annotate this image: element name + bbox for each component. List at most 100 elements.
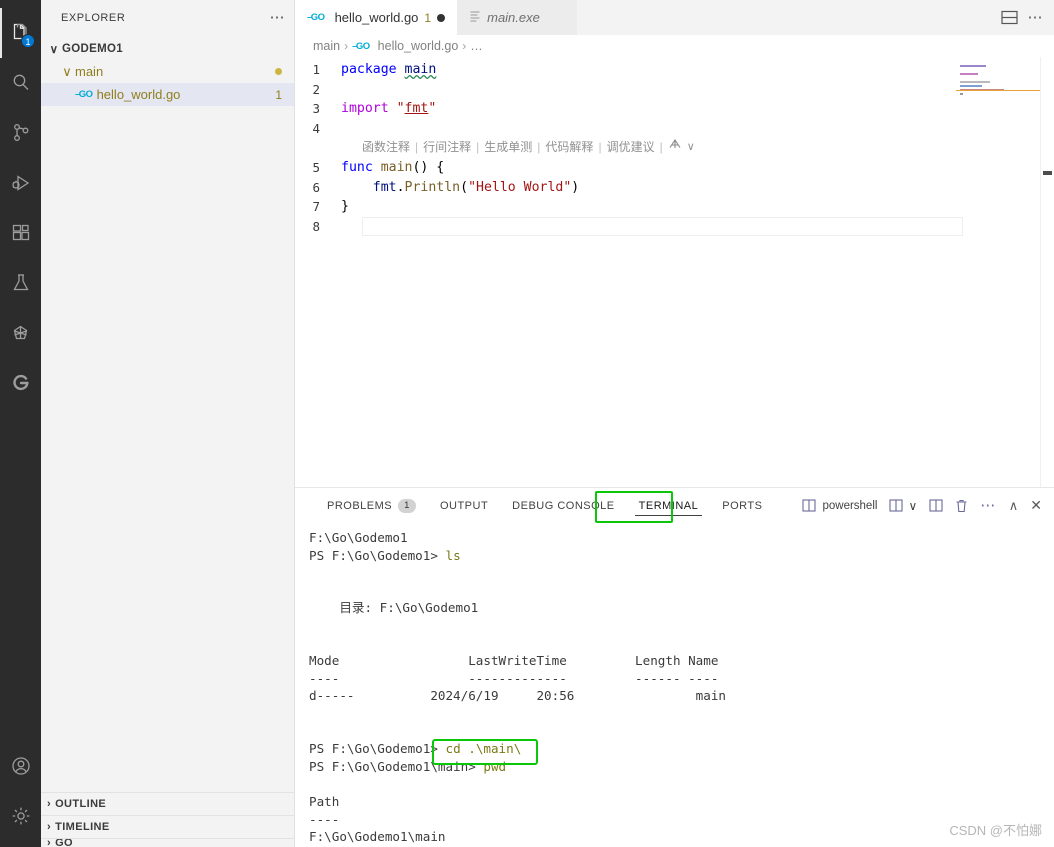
activity-bar-item-remote-explorer[interactable] (0, 308, 41, 358)
code-line[interactable]: 5 func main() { (295, 158, 1054, 178)
terminal-prompt-text: F:\Go\Godemo1\main (309, 829, 446, 845)
terminal-line: PS F:\Go\Godemo1> cd .\main\ (309, 740, 1054, 758)
codelens-chevron-down-icon[interactable]: ∨ (687, 138, 695, 158)
new-terminal-icon[interactable] (929, 499, 943, 512)
activity-bar-item-search[interactable] (0, 58, 41, 108)
code-content[interactable]: 1 package main 2 3 import "fmt" 4 函数注释 | 行间注释 | 生成… (295, 57, 1054, 236)
chevron-down-icon[interactable]: ∨ (908, 499, 917, 513)
codelens-separator: | (537, 140, 541, 155)
tree-item-hello-world-go[interactable]: GO hello_world.go 1 (41, 83, 294, 106)
sidebar-more-actions-icon[interactable]: ⋯ (270, 10, 287, 25)
panel-tab-output[interactable]: OUTPUT (428, 488, 500, 523)
breadcrumb-item-main[interactable]: main (313, 39, 340, 53)
editor-scrollbar[interactable] (1040, 57, 1054, 487)
panel-tab-debug-console[interactable]: DEBUG CONSOLE (500, 488, 626, 523)
activity-bar-item-copilot[interactable] (0, 358, 41, 408)
code-line[interactable]: 4 (295, 119, 1054, 139)
sidebar-section-label: TIMELINE (55, 821, 110, 833)
tree-item-label: hello_world.go (96, 87, 181, 102)
maximize-panel-icon[interactable]: ∧ (1009, 498, 1019, 514)
terminal-prompt-text: Path (309, 793, 340, 809)
minimap-slider[interactable] (956, 57, 1040, 91)
current-line-highlight (362, 216, 963, 237)
tree-item-main-folder[interactable]: ∨ main (41, 60, 294, 83)
sidebar-section-label: GO (55, 838, 73, 847)
tab-hello-world-go[interactable]: GO hello_world.go 1 (295, 0, 458, 35)
panel-header: PROBLEMS 1 OUTPUT DEBUG CONSOLE TERMINAL… (295, 488, 1054, 523)
activity-bar-item-accounts[interactable] (0, 741, 41, 791)
ai-assistant-icon[interactable] (668, 138, 682, 158)
tab-main-exe[interactable]: main.exe (457, 0, 578, 35)
unsaved-dot-icon[interactable] (437, 13, 446, 22)
codelens-separator: | (415, 140, 419, 155)
terminal-output[interactable]: F:\Go\Godemo1 PS F:\Go\Godemo1> ls 目录: F:… (295, 523, 1054, 847)
toggle-panel-layout-icon[interactable] (1000, 10, 1018, 25)
code-text: func main() { (341, 159, 445, 175)
activity-bar-item-testing[interactable] (0, 258, 41, 308)
activity-bar-item-run-and-debug[interactable] (0, 158, 41, 208)
code-line[interactable]: 1 package main (295, 60, 1054, 80)
problems-count-badge: 1 (398, 498, 416, 513)
sidebar-section-timeline[interactable]: › TIMELINE (41, 815, 294, 838)
go-file-icon: GO (75, 89, 93, 100)
terminal-line: F:\Go\Godemo1\main (309, 828, 1054, 846)
terminal-prompt-text: PS F:\Go\Godemo1> (309, 547, 446, 563)
codelens-action[interactable]: 行间注释 (423, 138, 471, 158)
panel-tab-problems[interactable]: PROBLEMS 1 (315, 488, 428, 523)
line-number: 6 (312, 179, 320, 195)
code-line[interactable]: 7} (295, 197, 1054, 217)
close-panel-icon[interactable]: ✕ (1030, 497, 1042, 514)
binary-file-icon (469, 10, 481, 26)
terminal-more-icon[interactable]: ⋯ (980, 498, 997, 513)
code-text: fmt.Println("Hello World") (341, 179, 580, 195)
panel-tab-terminal[interactable]: TERMINAL (627, 488, 711, 523)
editor-minimap[interactable] (956, 57, 1040, 487)
breadcrumb-separator-icon: › (344, 39, 349, 53)
codelens-action[interactable]: 函数注释 (362, 138, 410, 158)
go-file-icon: GO (352, 41, 370, 52)
sidebar-header: EXPLORER ⋯ (41, 0, 294, 35)
tab-label: main.exe (487, 10, 540, 25)
terminal-line: Path (309, 793, 1054, 811)
editor-more-actions-icon[interactable]: ⋯ (1028, 10, 1045, 25)
line-number: 7 (312, 199, 320, 215)
codelens-action[interactable]: 代码解释 (545, 138, 593, 158)
activity-bar-item-extensions[interactable] (0, 208, 41, 258)
codelens-action[interactable]: 生成单测 (484, 138, 532, 158)
line-number: 4 (312, 120, 320, 136)
codelens-action[interactable]: 调优建议 (607, 138, 655, 158)
breadcrumb-item-hello-world-go[interactable]: GO hello_world.go (352, 39, 458, 53)
breadcrumb-item-symbols[interactable]: … (470, 39, 483, 53)
terminal-line: PS F:\Go\Godemo1\main> pwd (309, 758, 1054, 776)
code-line[interactable]: 2 (295, 80, 1054, 100)
kill-terminal-icon[interactable] (955, 499, 968, 513)
sidebar-section-go[interactable]: › GO (41, 838, 294, 847)
terminal-line: ---- (309, 811, 1054, 829)
tree-item-godemo1[interactable]: ∨ GODEMO1 (41, 37, 294, 60)
code-editor[interactable]: 1 package main 2 3 import "fmt" 4 函数注释 | 行间注释 | 生成… (295, 57, 1054, 487)
code-line[interactable]: 3 import "fmt" (295, 99, 1054, 119)
chevron-right-icon: › (47, 798, 52, 810)
terminal-prompt-text: ---- ------------- ------ ---- (309, 670, 719, 686)
panel-tab-ports[interactable]: PORTS (710, 488, 774, 523)
terminal-name-label: powershell (822, 499, 878, 512)
split-terminal-icon[interactable] (889, 499, 904, 512)
panel-tab-label: OUTPUT (439, 499, 489, 512)
breadcrumb-label: … (470, 39, 483, 53)
activity-bar-item-explorer[interactable]: 1 (0, 8, 41, 58)
code-line[interactable]: 6 fmt.Println("Hello World") (295, 178, 1054, 198)
activity-bar-item-source-control[interactable] (0, 108, 41, 158)
sidebar-section-outline[interactable]: › OUTLINE (41, 792, 294, 815)
terminal-instance-powershell[interactable]: powershell (802, 499, 877, 512)
line-number: 2 (312, 81, 320, 97)
terminal-prompt-text: ---- (309, 811, 340, 827)
codelens-bar[interactable]: 函数注释 | 行间注释 | 生成单测 | 代码解释 | 调优建议 | ∨ (295, 138, 1054, 158)
activity-bar-item-manage[interactable] (0, 791, 41, 841)
terminal-prompt-text: Mode LastWriteTime Length Name (309, 653, 719, 669)
sidebar-section-label: OUTLINE (55, 798, 107, 810)
activity-bar: 1 (0, 0, 41, 847)
